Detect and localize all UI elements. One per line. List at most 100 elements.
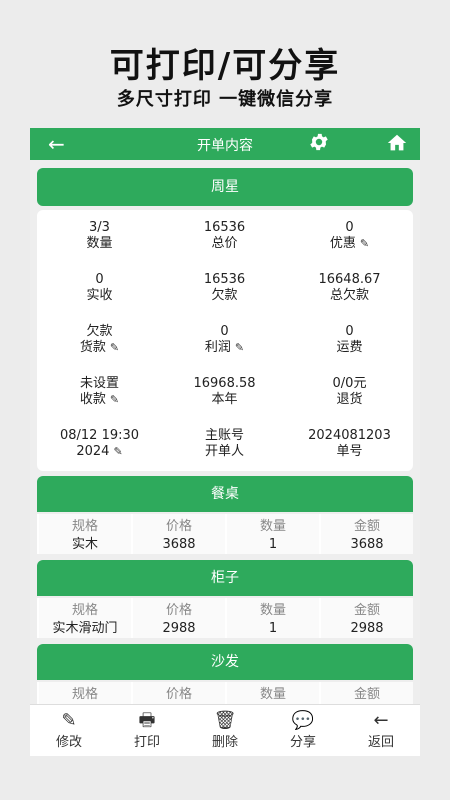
summary-label-row: 单号 <box>287 444 412 460</box>
summary-value: 0 <box>220 324 229 339</box>
summary-value: 16648.67 <box>318 272 381 287</box>
summary-value: 16536 <box>203 272 246 287</box>
column-header: 金额 <box>353 603 380 618</box>
summary-cell[interactable]: 0 优惠 ✎ <box>287 220 412 252</box>
summary-label: 货款 <box>79 340 106 355</box>
toolbar-label: 打印 <box>133 735 160 750</box>
summary-value: 08/12 19:30 <box>59 428 140 443</box>
summary-value: 主账号 <box>204 428 244 443</box>
summary-label-row: 2024 ✎ <box>37 444 162 460</box>
summary-cell: 0 实收 <box>37 272 162 304</box>
summary-label-row: 本年 <box>162 392 287 408</box>
promo-title: 可打印/可分享 <box>109 46 341 86</box>
pencil-button[interactable]: ✎ 修改 <box>30 705 108 756</box>
summary-cell: 0/0元 退货 <box>287 376 412 408</box>
edit-pencil-icon[interactable]: ✎ <box>110 341 119 354</box>
summary-cell[interactable]: 0 利润 ✎ <box>162 324 287 356</box>
promo-subtitle: 多尺寸打印 一键微信分享 <box>116 89 334 110</box>
item-column: 规格 实木滑动门 <box>39 598 131 638</box>
item-column: 价格 2988 <box>133 598 225 638</box>
item-name-header: 柜子 <box>37 560 413 596</box>
summary-label-row: 优惠 ✎ <box>287 236 412 252</box>
summary-label: 实收 <box>86 288 113 303</box>
customer-name: 周星 <box>37 168 413 206</box>
item-column: 价格 3688 <box>133 514 225 554</box>
home-icon[interactable] <box>386 132 408 154</box>
summary-cell[interactable]: 08/12 19:30 2024 ✎ <box>37 428 162 460</box>
summary-cell: 2024081203 单号 <box>287 428 412 460</box>
summary-value: 欠款 <box>86 324 113 339</box>
summary-label-row: 利润 ✎ <box>162 340 287 356</box>
summary-label: 运费 <box>336 340 363 355</box>
printer-button[interactable]: 🖶 打印 <box>108 705 186 756</box>
edit-pencil-icon[interactable]: ✎ <box>110 393 119 406</box>
item-name-header: 餐桌 <box>37 476 413 512</box>
trash-button[interactable]: 🗑 删除 <box>186 705 264 756</box>
summary-label: 本年 <box>211 392 238 407</box>
summary-value: 16968.58 <box>193 376 256 391</box>
item-column: 价格 <box>133 682 225 704</box>
wechat-icon: 💬 <box>291 710 315 731</box>
order-content: 周星 3/3 数量 16536 总价 0 优惠 ✎ 0 实收 16536 欠款 16648.67 总欠款… <box>30 160 420 704</box>
summary-value: 3/3 <box>89 220 110 235</box>
summary-label-row: 开单人 <box>162 444 287 460</box>
item-column: 规格 <box>39 682 131 704</box>
column-header: 价格 <box>165 603 192 618</box>
summary-label-row: 欠款 <box>162 288 287 304</box>
summary-value: 16536 <box>203 220 246 235</box>
column-value: 2988 <box>162 621 196 636</box>
summary-label: 退货 <box>336 392 363 407</box>
summary-value: 0 <box>95 272 104 287</box>
column-header: 价格 <box>165 519 192 534</box>
summary-label: 2024 <box>76 444 110 459</box>
summary-label: 总价 <box>211 236 238 251</box>
item-column: 数量 1 <box>227 514 319 554</box>
column-value: 1 <box>268 537 278 552</box>
toolbar-label: 删除 <box>211 735 238 750</box>
item-column: 规格 实木 <box>39 514 131 554</box>
summary-label: 收款 <box>79 392 106 407</box>
item-detail-row[interactable]: 规格 价格 数量 金额 <box>37 682 413 704</box>
trash-icon: 🗑 <box>213 710 237 731</box>
summary-value: 2024081203 <box>308 428 391 443</box>
summary-label: 利润 <box>204 340 231 355</box>
summary-cell: 3/3 数量 <box>37 220 162 252</box>
item-column: 金额 <box>321 682 413 704</box>
summary-label-row: 实收 <box>37 288 162 304</box>
column-value: 3688 <box>350 537 384 552</box>
page-title: 开单内容 <box>197 138 253 154</box>
bottom-toolbar: ✎ 修改 🖶 打印 🗑 删除 💬 分享 ← 返回 <box>30 704 420 756</box>
pencil-icon: ✎ <box>61 710 77 731</box>
summary-cell: 16536 总价 <box>162 220 287 252</box>
summary-label-row: 总价 <box>162 236 287 252</box>
summary-label-row: 总欠款 <box>287 288 412 304</box>
summary-cell: 16536 欠款 <box>162 272 287 304</box>
column-header: 规格 <box>71 519 98 534</box>
toolbar-label: 修改 <box>55 735 82 750</box>
column-header: 价格 <box>165 687 192 702</box>
gear-icon[interactable] <box>308 131 330 158</box>
summary-label: 优惠 <box>329 236 356 251</box>
edit-pencil-icon[interactable]: ✎ <box>360 237 369 250</box>
summary-cell[interactable]: 未设置 收款 ✎ <box>37 376 162 408</box>
item-column: 金额 2988 <box>321 598 413 638</box>
summary-label-row: 货款 ✎ <box>37 340 162 356</box>
summary-label-row: 运费 <box>287 340 412 356</box>
column-header: 数量 <box>259 519 286 534</box>
summary-value: 0/0元 <box>332 376 367 391</box>
summary-cell[interactable]: 欠款 货款 ✎ <box>37 324 162 356</box>
back-arrow-button[interactable]: ← 返回 <box>342 705 420 756</box>
column-value: 2988 <box>350 621 384 636</box>
app-screen: ← 开单内容 周星 3/3 数量 16536 总价 0 优惠 ✎ 0 实收 16536 欠款 1664… <box>30 128 420 756</box>
summary-cell: 主账号 开单人 <box>162 428 287 460</box>
item-detail-row[interactable]: 规格 实木 价格 3688 数量 1 金额 3688 <box>37 514 413 554</box>
item-column: 金额 3688 <box>321 514 413 554</box>
item-detail-row[interactable]: 规格 实木滑动门 价格 2988 数量 1 金额 2988 <box>37 598 413 638</box>
top-bar: ← 开单内容 <box>30 128 420 160</box>
edit-pencil-icon[interactable]: ✎ <box>235 341 244 354</box>
item-column: 数量 1 <box>227 598 319 638</box>
wechat-button[interactable]: 💬 分享 <box>264 705 342 756</box>
edit-pencil-icon[interactable]: ✎ <box>113 445 122 458</box>
back-arrow-icon: ← <box>373 710 389 731</box>
column-header: 规格 <box>71 603 98 618</box>
